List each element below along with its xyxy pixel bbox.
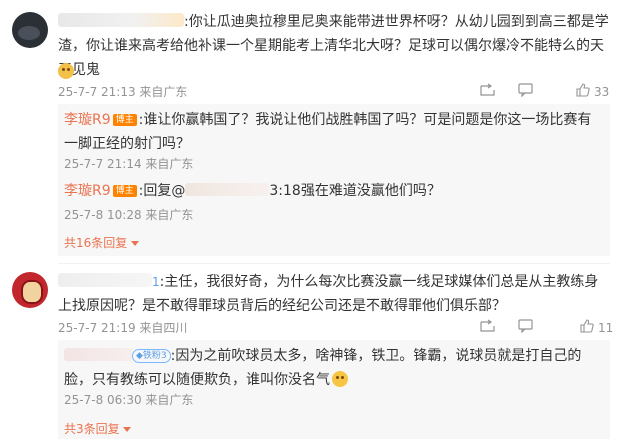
blogger-badge: 博主 [112, 114, 137, 126]
reply-meta: 25-7-8 06:30 来自广东 [64, 393, 194, 407]
reply-list: ◆铁粉3:因为之前吹球员太多，啥神锋，铁卫。锋霸，说球员就是打自己的脸，只有教练… [58, 340, 610, 439]
reply-text: :谁让你赢韩国了？我说让他们战胜韩国了吗？可是问题是你这一场比赛有一脚正经的射门… [64, 112, 592, 152]
reply-author-blurred[interactable] [64, 348, 132, 361]
reply-meta: 25-7-7 21:14 来自广东 [64, 157, 194, 171]
caret-down-icon [123, 427, 132, 432]
fan-badge: ◆铁粉3 [132, 349, 171, 363]
comment-meta: 25-7-7 21:13 来自广东 [58, 85, 188, 99]
diamond-icon: ◆ [136, 351, 143, 361]
reply-item: ◆铁粉3:因为之前吹球员太多，啥神锋，铁卫。锋霸，说球员就是打自己的脸，只有教练… [64, 344, 604, 392]
reply-target-blurred[interactable] [185, 183, 270, 196]
like-button[interactable]: 33 [576, 83, 609, 100]
reply-author[interactable]: 李璇R9 [64, 183, 111, 199]
reply-target-suffix: 3 [269, 183, 279, 199]
comment-actions [480, 83, 496, 100]
caret-down-icon [131, 241, 140, 246]
reply-prefix: :回复@ [138, 183, 186, 199]
like-count: 11 [598, 320, 614, 335]
avatar[interactable] [12, 12, 48, 48]
username-blurred[interactable] [58, 273, 152, 287]
more-replies-link[interactable]: 共3条回复 [64, 420, 132, 437]
comment-body: 1:主任，我很好奇，为什么每次比赛没赢一线足球媒体们总是从主教练身上找原因呢？是… [58, 270, 610, 318]
blogger-badge: 博主 [112, 185, 137, 197]
username-suffix: 1 [152, 275, 160, 289]
comment-icon[interactable] [518, 319, 534, 336]
comment-body: 2:你让瓜迪奥拉穆里尼奥来能带进世界杯呀？从幼儿园到到高三都是学渣，你让谁来高考… [58, 10, 610, 82]
like-count: 33 [594, 84, 610, 99]
reply-text: :18强在难道没赢他们吗？ [278, 183, 441, 199]
more-replies-link[interactable]: 共16条回复 [64, 234, 140, 251]
reply-author[interactable]: 李璇R9 [64, 112, 111, 128]
comment-icon[interactable] [518, 83, 534, 100]
share-icon[interactable] [480, 319, 496, 336]
share-icon[interactable] [480, 83, 496, 100]
avatar[interactable] [12, 272, 48, 308]
like-button[interactable]: 11 [580, 319, 613, 336]
thumbs-up-icon [580, 319, 594, 336]
reply-item: 李璇R9 博主:谁让你赢韩国了？我说让他们战胜韩国了吗？可是问题是你这一场比赛有一… [64, 108, 604, 156]
grin-face-icon [332, 371, 348, 387]
reply-item: 李璇R9 博主:回复@ 3:18强在难道没赢他们吗？ [64, 179, 604, 203]
username-blurred[interactable] [58, 13, 184, 27]
thumbs-up-icon [576, 83, 590, 100]
divider [58, 263, 610, 264]
reply-meta: 25-7-8 10:28 来自广东 [64, 208, 194, 222]
sad-face-icon [58, 61, 74, 80]
comment-meta: 25-7-7 21:19 来自四川 [58, 321, 188, 335]
reply-list: 李璇R9 博主:谁让你赢韩国了？我说让他们战胜韩国了吗？可是问题是你这一场比赛有一… [58, 104, 610, 256]
